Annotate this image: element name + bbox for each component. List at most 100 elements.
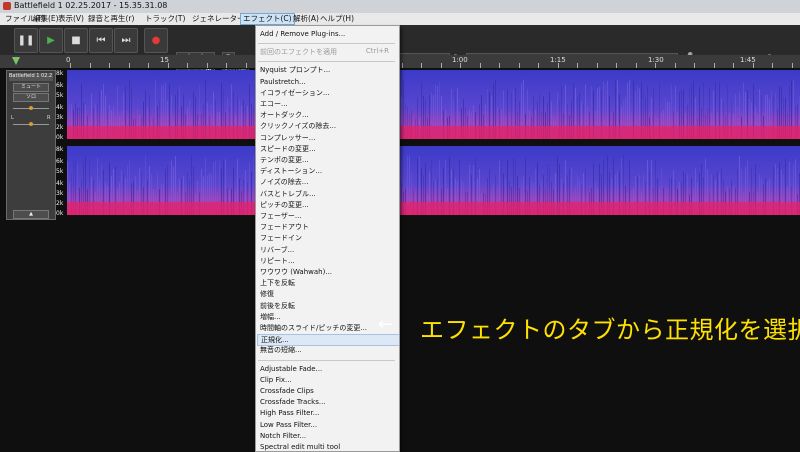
mute-button[interactable]: ミュート <box>13 83 49 92</box>
play-icon: ▶ <box>47 35 55 46</box>
ruler-tick-mark <box>597 63 598 68</box>
effect-menu-item[interactable]: エコー... <box>260 99 288 109</box>
ruler-tick-mark <box>733 63 734 68</box>
effect-menu-item[interactable]: Crossfade Clips <box>260 386 314 396</box>
menu-item-label: High Pass Filter... <box>260 409 320 418</box>
effect-menu-item[interactable]: 増幅... <box>260 312 281 322</box>
ruler-tick-mark <box>538 63 539 68</box>
menu-item-normalize[interactable]: 正規化... <box>257 334 399 347</box>
effect-menu-item[interactable]: Nyquist プロンプト... <box>260 65 330 75</box>
effect-menu-item[interactable]: 時間軸のスライド/ピッチの変更... <box>260 323 367 333</box>
menu-item-label: ピッチの変更... <box>260 200 309 209</box>
effect-menu-item[interactable]: 上下を反転 <box>260 278 295 288</box>
effect-menu-item[interactable]: High Pass Filter... <box>260 408 319 418</box>
ruler-tick-mark <box>226 63 227 68</box>
stop-button[interactable]: ■ <box>64 28 88 53</box>
pan-right-label: R <box>47 115 51 121</box>
effect-menu-item[interactable]: ディストーション... <box>260 166 322 176</box>
menu-item-label: Nyquist プロンプト... <box>260 66 331 75</box>
menu-item-label: Paulstretch... <box>260 77 306 86</box>
annotation-arrow: ← <box>378 314 394 335</box>
menu-item-label: ワウワウ (Wahwah)... <box>260 268 333 276</box>
menu-item-label: 前後を反転 <box>260 301 295 310</box>
menu-item-label: バスとトレブル... <box>260 189 316 198</box>
timeline-pin-icon[interactable] <box>12 57 20 65</box>
menu-9[interactable]: ヘルプ(H) <box>318 14 356 24</box>
ruler-tick-mark <box>714 63 715 68</box>
ruler-tick-mark <box>402 63 403 68</box>
menu-item-label: 増幅... <box>260 312 281 321</box>
spectrogram-low-band <box>67 202 800 215</box>
effect-menu-item[interactable]: 無音の短縮... <box>260 345 302 355</box>
menu-3[interactable]: 表示(V) <box>56 14 86 24</box>
frequency-label: 8k <box>56 146 64 153</box>
effect-menu-item[interactable]: リピート... <box>260 256 295 266</box>
menu-8[interactable]: 解析(A) <box>291 14 321 24</box>
effect-menu-item[interactable]: Add / Remove Plug-ins... <box>260 29 345 39</box>
effect-menu-item[interactable]: Notch Filter... <box>260 431 306 441</box>
menu-item-label: Clip Fix... <box>260 375 292 384</box>
ruler-tick-mark <box>168 63 169 68</box>
effect-menu-item[interactable]: Low Pass Filter... <box>260 420 317 430</box>
effect-menu-item[interactable]: 修復 <box>260 289 274 299</box>
effect-menu-item[interactable]: ワウワウ (Wahwah)... <box>260 267 332 277</box>
effect-menu-item[interactable]: フェードアウト <box>260 222 309 232</box>
effect-menu-item[interactable]: 前回のエフェクトを適用 <box>260 47 337 57</box>
menu-item-label: Low Pass Filter... <box>260 420 318 429</box>
menu-item-label: Crossfade Clips <box>260 387 314 395</box>
play-button[interactable]: ▶ <box>39 28 63 53</box>
menu-4[interactable]: 録音と再生(r) <box>86 14 136 24</box>
effect-menu-item[interactable]: バスとトレブル... <box>260 189 316 199</box>
pause-icon: ❚❚ <box>17 35 35 46</box>
menu-separator <box>258 359 395 361</box>
effect-menu-item[interactable]: Spectral edit multi tool <box>260 442 340 451</box>
collapse-track-button[interactable]: ▲ <box>13 210 49 219</box>
spectrogram-low-band <box>67 126 800 139</box>
menu-item-shortcut: Ctrl+R <box>365 47 389 56</box>
frequency-label: 0k <box>56 134 64 141</box>
effect-menu-item[interactable]: Adjustable Fade... <box>260 364 322 374</box>
spectrogram-channel-right[interactable] <box>67 146 800 215</box>
effect-menu-item[interactable]: ピッチの変更... <box>260 200 309 210</box>
effect-menu-item[interactable]: テンポの変更... <box>260 155 309 165</box>
effect-menu-item[interactable]: Crossfade Tracks... <box>260 397 326 407</box>
pause-button[interactable]: ❚❚ <box>14 28 38 53</box>
solo-button[interactable]: ソロ <box>13 93 49 102</box>
effect-menu-item[interactable]: フェーザー... <box>260 211 302 221</box>
menu-item-label: イコライゼーション... <box>260 88 330 97</box>
effect-menu-item[interactable]: Paulstretch... <box>260 77 306 87</box>
effect-menu-item[interactable]: コンプレッサー... <box>260 133 315 143</box>
effect-menu-item[interactable]: ノイズの除去... <box>260 177 308 187</box>
menu-5[interactable]: トラック(T) <box>143 14 187 24</box>
ruler-tick-mark <box>109 63 110 68</box>
menu-item-label: テンポの変更... <box>260 156 309 164</box>
effect-menu-item[interactable]: フェードイン <box>260 233 302 243</box>
pan-knob[interactable] <box>29 122 33 126</box>
annotation-text: エフェクトのタブから正規化を選択 <box>420 316 800 344</box>
ruler-tick-mark <box>792 63 793 68</box>
ruler-tick-mark <box>616 63 617 68</box>
effect-menu-item[interactable]: スピードの変更... <box>260 144 316 154</box>
effect-menu-item[interactable]: オートダック... <box>260 110 309 120</box>
spectrogram-channel-left[interactable] <box>67 70 800 139</box>
effect-menu-item[interactable]: クリックノイズの除去... <box>260 121 336 131</box>
ruler-tick-mark <box>772 63 773 68</box>
menu-7[interactable]: エフェクト(C) <box>240 13 295 25</box>
skip-start-button[interactable]: ⏮ <box>89 28 113 53</box>
effect-menu-item[interactable]: Clip Fix... <box>260 375 292 385</box>
ruler-tick-mark <box>70 63 71 68</box>
effect-menu-item[interactable]: 前後を反転 <box>260 301 295 311</box>
ruler-tick-mark <box>129 63 130 68</box>
effect-menu-item[interactable]: リバーブ... <box>260 245 294 255</box>
menu-item-label: フェードアウト <box>260 223 309 232</box>
effect-menu-item[interactable]: イコライゼーション... <box>260 88 330 98</box>
frequency-label: 3k <box>56 114 64 121</box>
frequency-scale-lower: 8k 6k 5k 4k 3k 2k 0k <box>55 146 67 218</box>
record-button[interactable]: ● <box>144 28 168 53</box>
timeline-ruler[interactable]: 0 15 1:00 1:15 1:30 1:45 <box>0 55 800 69</box>
ruler-tick-mark <box>480 63 481 68</box>
skip-end-button[interactable]: ⏭ <box>114 28 138 53</box>
toolbar: ❚❚▶■⏮⏭● I ⇕ ✎ ⌕ ↔ ✱ 🎙 ✂ ⎘ 🔈 🎤 🔈 <box>0 25 800 78</box>
gain-knob[interactable] <box>29 106 33 110</box>
track-name-button[interactable]: Battlefield 1 02.2 <box>9 73 53 81</box>
